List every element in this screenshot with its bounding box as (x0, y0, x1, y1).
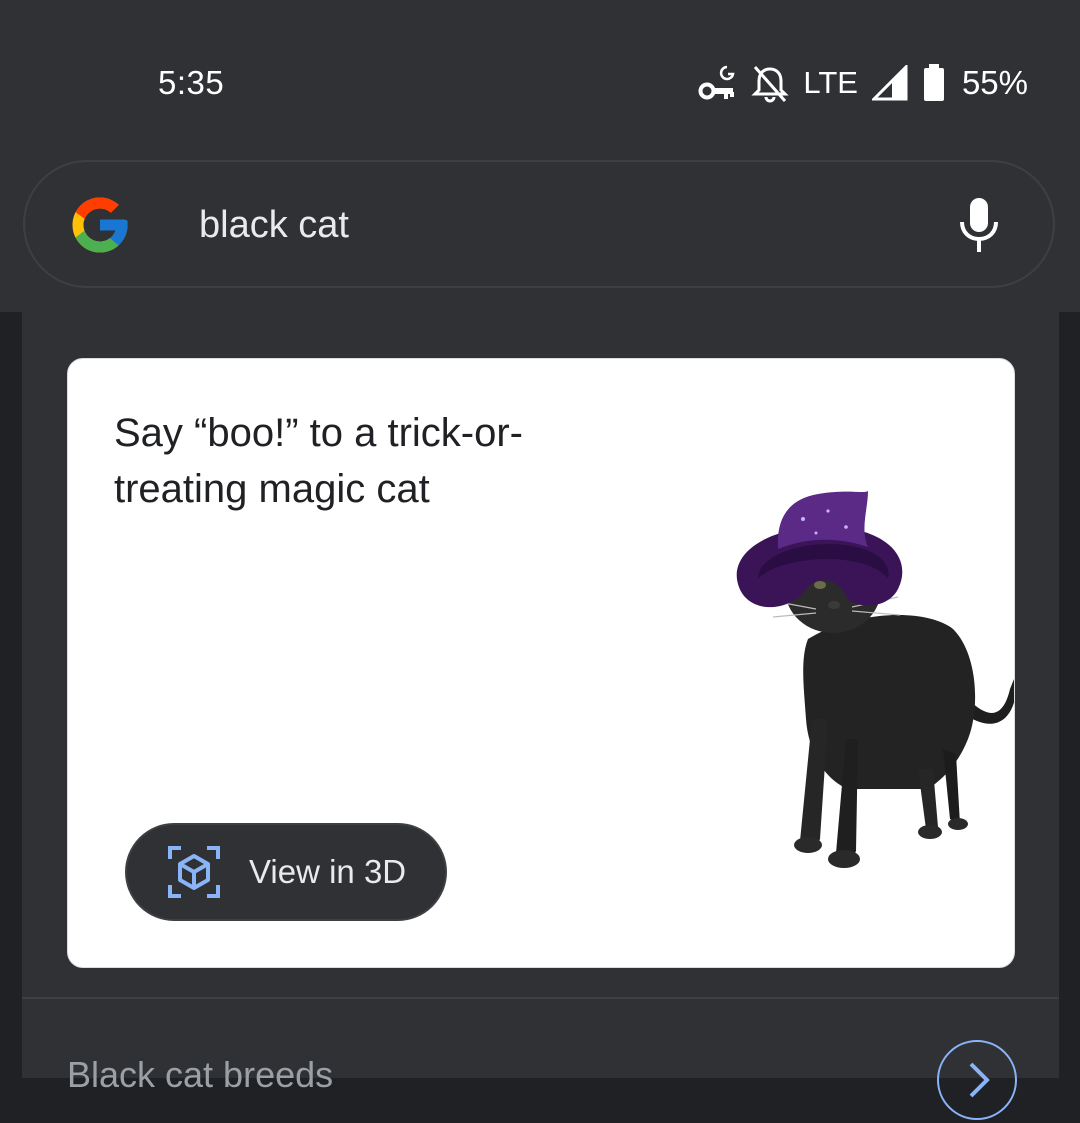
search-header: black cat (0, 160, 1080, 312)
status-time: 5:35 (158, 64, 225, 101)
status-bar: 5:35 LTE 55% (0, 0, 1080, 160)
chevron-right-icon[interactable] (937, 1040, 1017, 1120)
view-in-3d-label: View in 3D (249, 853, 407, 890)
magic-cat-card[interactable]: Say “boo!” to a trick-or-treating magic … (67, 358, 1015, 968)
result-panel: Say “boo!” to a trick-or-treating magic … (22, 312, 1059, 1120)
vpn-key-icon (697, 63, 737, 103)
google-logo (72, 197, 128, 253)
notifications-off-icon (751, 63, 789, 103)
witch-hat-cat-image (736, 491, 1014, 868)
search-input[interactable]: black cat (23, 160, 1055, 288)
results-area: Say “boo!” to a trick-or-treating magic … (0, 312, 1080, 1120)
battery-level: 55% (961, 64, 1028, 101)
status-icons: LTE 55% (697, 58, 1028, 108)
view-in-3d-button[interactable]: View in 3D (125, 823, 447, 921)
view-in-3d-icon (168, 846, 220, 898)
black-cat-breeds-link[interactable]: Black cat breeds (67, 1054, 333, 1096)
mic-icon[interactable] (957, 196, 1001, 254)
signal-icon (871, 65, 908, 101)
divider (22, 997, 1059, 999)
network-type: LTE (803, 65, 858, 100)
card-title: Say “boo!” to a trick-or-treating magic … (114, 411, 524, 511)
battery-icon (922, 64, 946, 102)
search-query: black cat (199, 204, 349, 246)
